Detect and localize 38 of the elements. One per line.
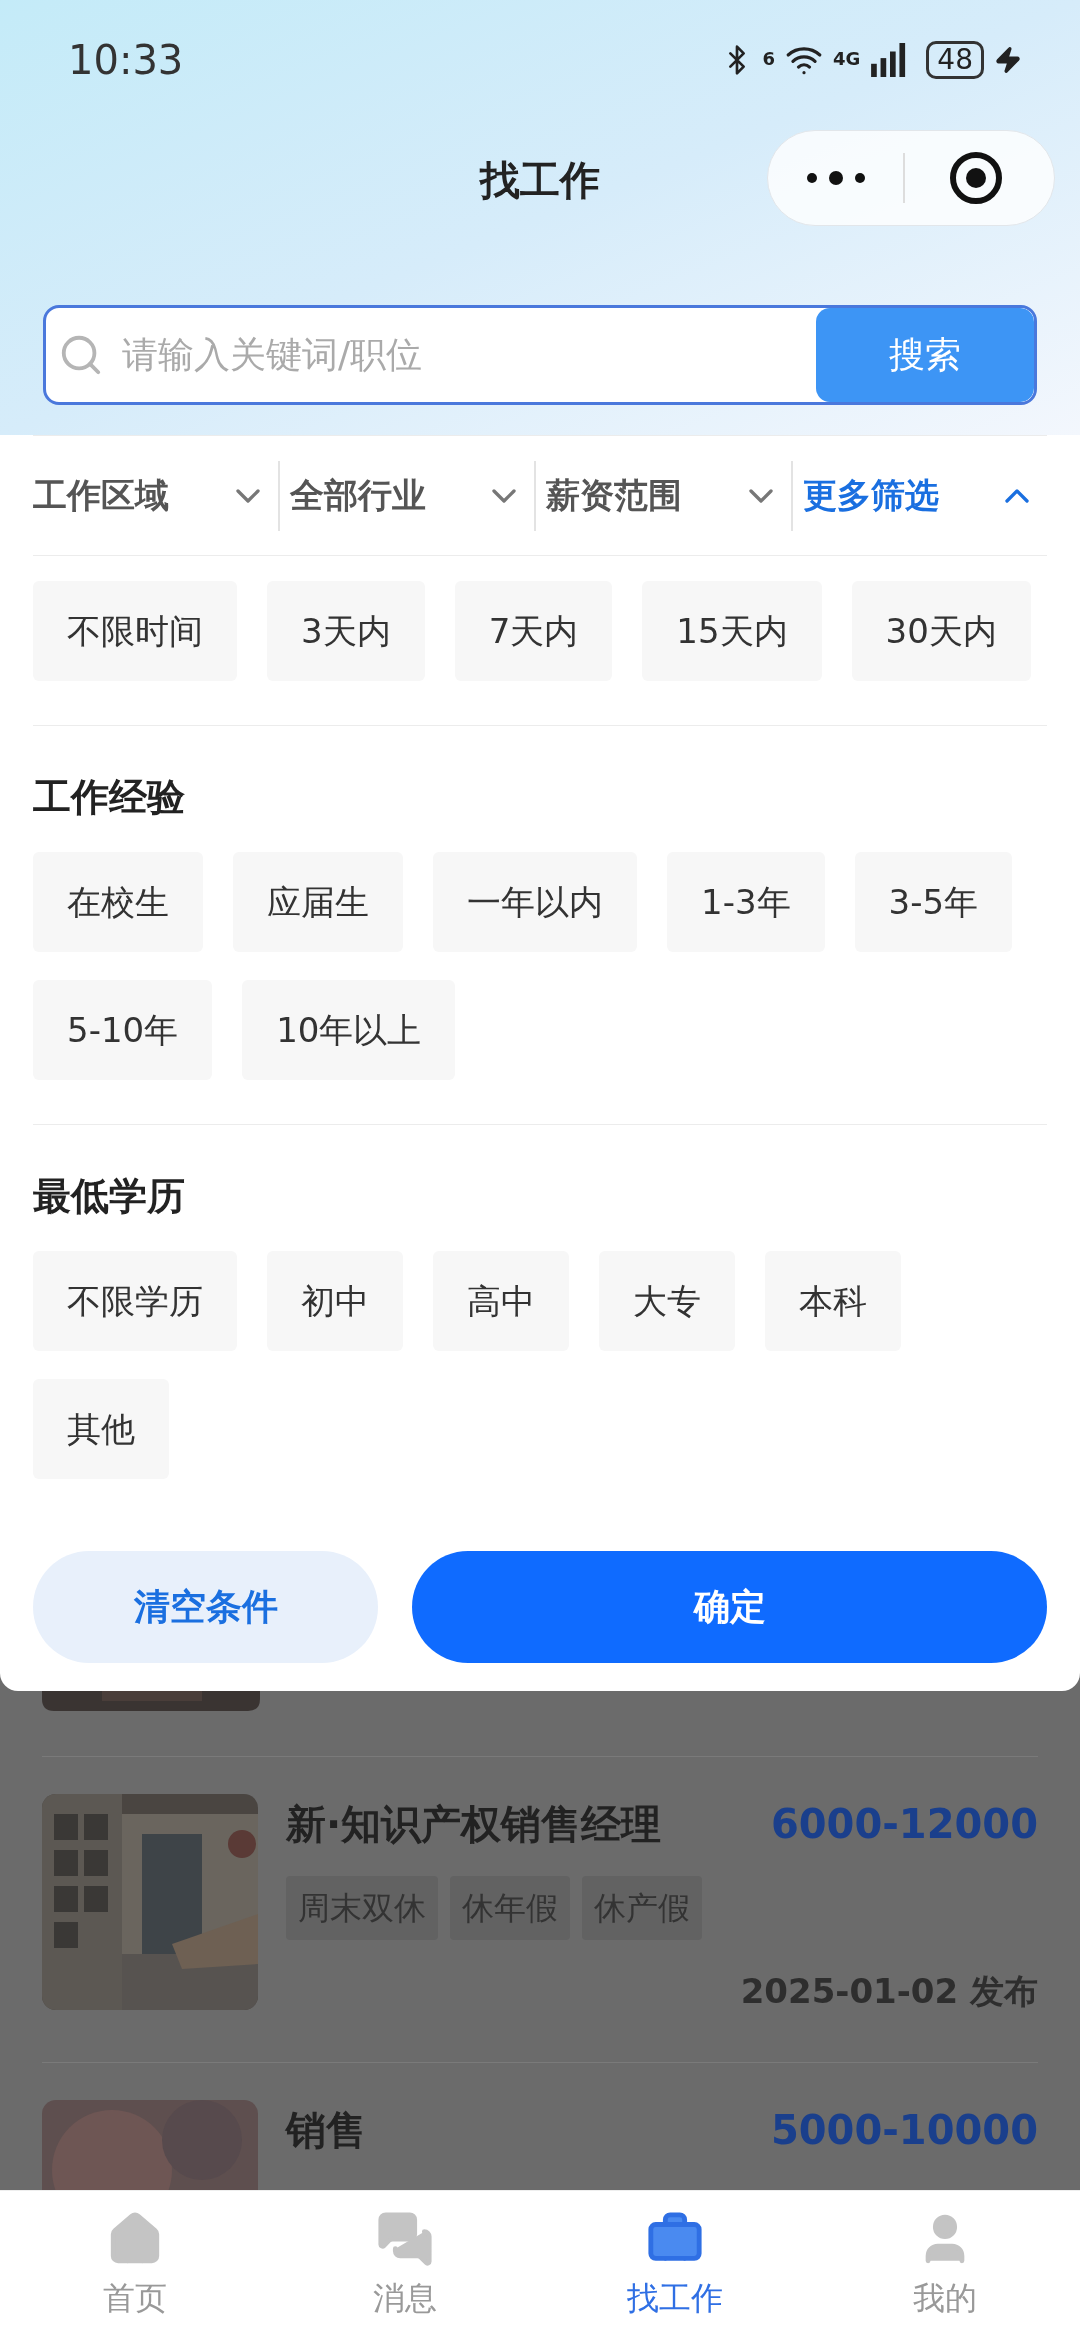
- filter-chip[interactable]: 本科: [765, 1251, 901, 1351]
- nav-tab[interactable]: 找工作: [540, 2191, 810, 2340]
- close-target-icon[interactable]: [948, 150, 1004, 206]
- filter-chip[interactable]: 其他: [33, 1379, 169, 1479]
- wifi-label: 6: [762, 47, 776, 71]
- salary: 6000-12000: [770, 1800, 1038, 1849]
- filter-chip[interactable]: 3天内: [267, 581, 425, 681]
- filter-tab[interactable]: 工作区域: [33, 470, 278, 521]
- filter-chip[interactable]: 初中: [267, 1251, 403, 1351]
- filter-chip[interactable]: 不限学历: [33, 1251, 237, 1351]
- filter-chip[interactable]: 一年以内: [433, 852, 637, 952]
- filter-chip[interactable]: 7天内: [454, 581, 613, 681]
- filter-chip[interactable]: 不限时间: [33, 581, 237, 681]
- filter-chip[interactable]: 大专: [599, 1251, 735, 1351]
- network-type: 4G: [833, 47, 861, 71]
- filter-tab[interactable]: 更多筛选: [792, 470, 1047, 521]
- section-title: 工作经验: [33, 774, 186, 821]
- filter-chip[interactable]: 在校生: [33, 852, 203, 952]
- clear-button[interactable]: 清空条件: [33, 1551, 378, 1663]
- filter-tab[interactable]: 薪资范围: [536, 470, 791, 521]
- salary: 5000-10000: [770, 2106, 1038, 2155]
- filter-chip[interactable]: 5-10年: [33, 980, 213, 1080]
- filter-chip[interactable]: 高中: [433, 1251, 569, 1351]
- status-time: 10:33: [68, 36, 184, 85]
- filter-chip[interactable]: 应届生: [233, 852, 403, 952]
- filter-chip[interactable]: 1-3年: [667, 852, 825, 952]
- filter-chip[interactable]: 3-5年: [854, 852, 1013, 952]
- section-title: 最低学历: [33, 1173, 186, 1220]
- filter-chip[interactable]: 10年以上: [242, 980, 456, 1080]
- filter-tab[interactable]: 全部行业: [279, 470, 534, 521]
- page-title: 找工作: [480, 156, 600, 205]
- more-icon[interactable]: [806, 170, 866, 186]
- battery-level: 48: [926, 41, 984, 79]
- filter-chip[interactable]: 30天内: [851, 581, 1031, 681]
- confirm-button[interactable]: 确定: [412, 1551, 1047, 1663]
- chat-icon: [376, 2209, 434, 2268]
- publish-date: 2025-01-02 发布: [740, 1970, 1038, 2013]
- filter-chip[interactable]: 15天内: [642, 581, 822, 681]
